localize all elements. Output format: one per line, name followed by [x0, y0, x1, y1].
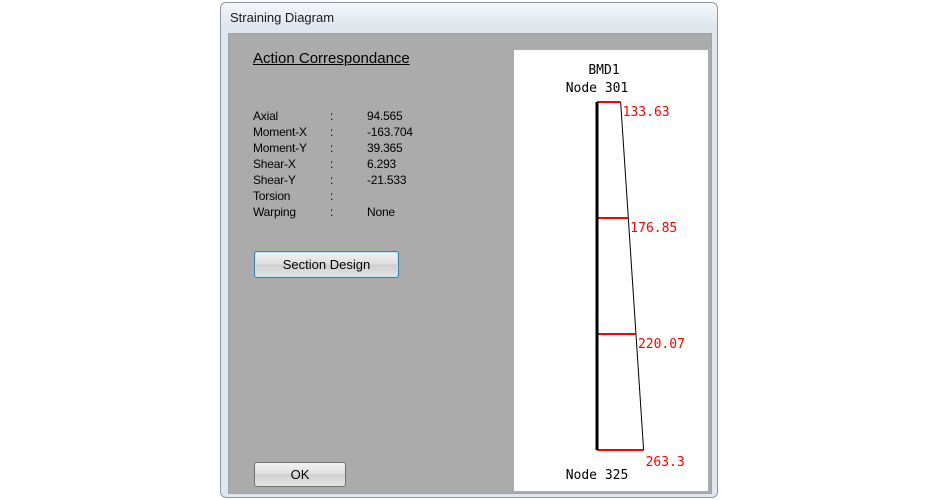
property-name: Shear-Y: [253, 173, 296, 187]
moment-value-label: 263.3: [646, 455, 685, 470]
property-separator: :: [330, 205, 334, 219]
property-value: 94.565: [367, 109, 403, 123]
property-value: -21.533: [367, 173, 407, 187]
property-name: Shear-X: [253, 157, 296, 171]
property-name: Torsion: [253, 189, 291, 203]
diagram-title: BMD1: [588, 63, 619, 78]
ok-button[interactable]: OK: [254, 462, 346, 487]
property-value: None: [367, 205, 395, 219]
straining-diagram-window: Straining Diagram Action Correspondance …: [220, 2, 718, 498]
property-separator: :: [330, 141, 334, 155]
moment-value-label: 176.85: [630, 221, 677, 236]
property-separator: :: [330, 189, 334, 203]
action-correspondance-heading: Action Correspondance: [253, 50, 410, 67]
property-name: Moment-X: [253, 125, 307, 139]
property-name: Warping: [253, 205, 296, 219]
property-separator: :: [330, 125, 334, 139]
dialog-client-area: Action Correspondance Axial : 94.565 Mom…: [228, 33, 712, 494]
property-name: Axial: [253, 109, 279, 123]
property-separator: :: [330, 157, 334, 171]
property-separator: :: [330, 173, 334, 187]
end-node-label: Node 325: [566, 468, 629, 483]
property-name: Moment-Y: [253, 141, 307, 155]
property-value: 39.365: [367, 141, 403, 155]
window-title: Straining Diagram: [230, 10, 335, 25]
property-value: -163.704: [367, 125, 413, 139]
moment-value-label: 133.63: [623, 105, 670, 120]
start-node-label: Node 301: [566, 81, 629, 96]
property-separator: :: [330, 109, 334, 123]
bending-moment-diagram-panel: BMD1 Node 301 Node 325 133.63 176.85 220.0…: [514, 50, 708, 491]
property-value: 6.293: [367, 157, 397, 171]
title-bar[interactable]: Straining Diagram: [221, 3, 717, 31]
bending-moment-diagram: BMD1 Node 301 Node 325 133.63 176.85 220.0…: [566, 63, 685, 483]
moment-diagram-outline: [620, 101, 645, 451]
section-design-button[interactable]: Section Design: [254, 251, 399, 278]
moment-value-label: 220.07: [638, 337, 685, 352]
